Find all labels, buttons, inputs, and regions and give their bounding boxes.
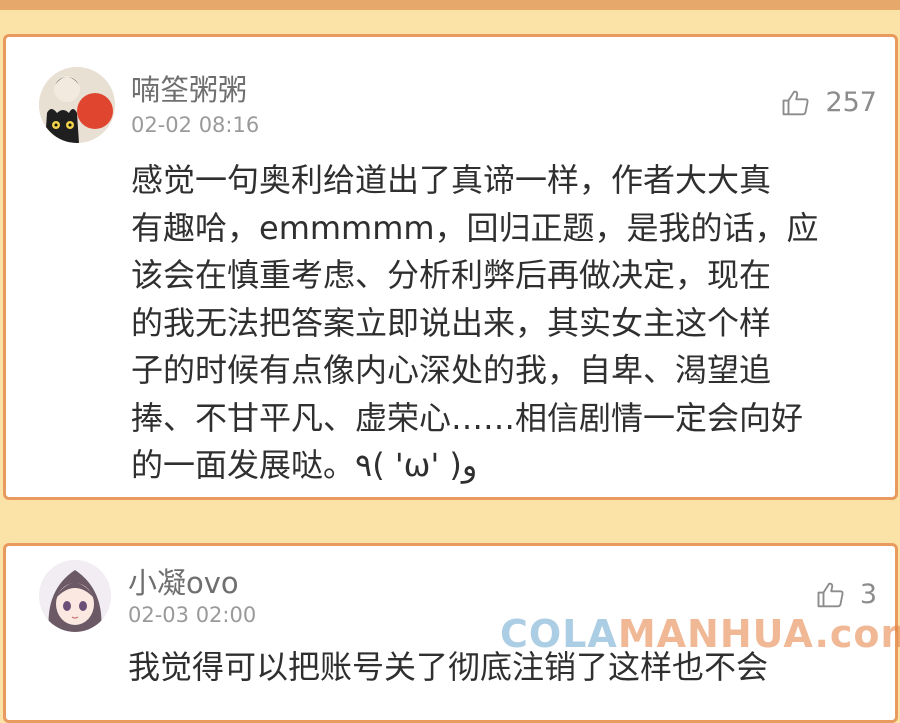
site-watermark: COLAMANHUA.com	[500, 612, 900, 656]
like-button[interactable]: 257	[781, 87, 877, 118]
top-divider-band	[0, 0, 900, 10]
thumbs-up-icon	[783, 90, 809, 115]
watermark-part-2: MANHUA.com	[617, 612, 900, 656]
avatar-anime-girl-icon	[39, 560, 111, 632]
avatar-anime-cat-icon	[39, 67, 115, 143]
like-count: 257	[825, 87, 877, 118]
like-count: 3	[859, 579, 877, 610]
avatar[interactable]	[39, 560, 111, 632]
comment-timestamp: 02-03 02:00	[128, 603, 257, 627]
thumbs-up-icon	[817, 582, 844, 607]
comment-text: 感觉一句奥利给道出了真谛一样，作者大大真 有趣哈，emmmmm，回归正题，是我的…	[131, 161, 819, 484]
comment-username[interactable]: 喃筌粥粥	[131, 67, 247, 109]
like-button[interactable]: 3	[816, 579, 877, 610]
comment-username[interactable]: 小凝ovo	[128, 560, 239, 602]
comment-timestamp: 02-02 08:16	[131, 113, 260, 137]
avatar[interactable]	[39, 67, 115, 143]
watermark-part-1: COLA	[500, 612, 618, 656]
comment-card: 喃筌粥粥 02-02 08:16 257 感觉一句奥利给道出了真谛一样，作者大大…	[3, 34, 898, 500]
